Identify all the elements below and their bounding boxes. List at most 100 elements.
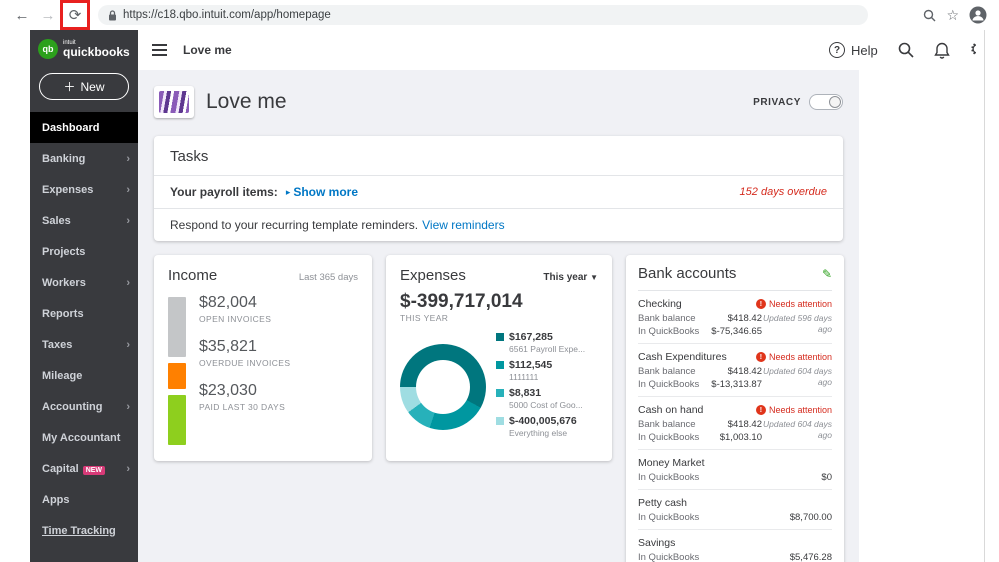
bar-paid-invoices: [168, 395, 186, 445]
income-row-open[interactable]: $82,004 OPEN INVOICES: [199, 294, 290, 324]
company-avatar[interactable]: [154, 86, 194, 118]
toggle-knob: [829, 96, 841, 108]
profile-avatar-icon[interactable]: [969, 6, 987, 24]
topbar-company-name: Love me: [183, 43, 232, 57]
new-badge: NEW: [83, 466, 105, 475]
legend-swatch: [496, 361, 504, 369]
help-button[interactable]: ? Help: [829, 42, 878, 58]
legend-swatch: [496, 333, 504, 341]
sidebar-item-banking[interactable]: Banking ›: [30, 143, 138, 174]
sidebar-item-sales[interactable]: Sales ›: [30, 205, 138, 236]
needs-attention-badge[interactable]: !Needs attention: [756, 405, 832, 415]
browser-reload-icon[interactable]: ⟳: [63, 3, 87, 27]
bar-open-invoices: [168, 297, 186, 357]
tasks-title: Tasks: [154, 136, 843, 175]
legend-swatch: [496, 417, 504, 425]
company-avatar-image: [159, 91, 189, 113]
sidebar: qb intuit quickbooks ＋ New Dashboard Ban…: [30, 30, 138, 562]
view-reminders-link[interactable]: View reminders: [422, 218, 504, 232]
sidebar-item-taxes[interactable]: Taxes ›: [30, 329, 138, 360]
expenses-card[interactable]: Expenses This year ▼ $-399,717,014 THIS …: [386, 255, 612, 461]
page: ← → ⟳ https://c18.qbo.intuit.com/app/hom…: [0, 0, 999, 562]
brand-name: quickbooks: [63, 46, 130, 58]
income-row-overdue[interactable]: $35,821 OVERDUE INVOICES: [199, 338, 290, 368]
new-button[interactable]: ＋ New: [39, 73, 129, 100]
plus-icon: ＋: [63, 78, 75, 95]
chevron-right-icon: ›: [126, 277, 130, 289]
legend-item[interactable]: $167,285 6561 Payroll Expe...: [496, 331, 598, 354]
alert-icon: !: [756, 405, 766, 415]
bank-account-row[interactable]: Cash Expenditures !Needs attention Bank …: [638, 344, 832, 397]
expenses-legend: $167,285 6561 Payroll Expe... $112,545 1…: [496, 331, 598, 443]
reminder-text: Respond to your recurring template remin…: [170, 218, 418, 232]
main-area: Love me ? Help ⚙: [138, 30, 985, 562]
sidebar-item-my-accountant[interactable]: My Accountant: [30, 422, 138, 453]
expenses-donut-chart[interactable]: [400, 344, 486, 430]
sidebar-item-time-tracking[interactable]: Time Tracking: [30, 515, 138, 546]
sidebar-item-apps[interactable]: Apps: [30, 484, 138, 515]
notifications-bell-icon[interactable]: [934, 42, 950, 59]
legend-item[interactable]: $8,831 5000 Cost of Goo...: [496, 387, 598, 410]
search-icon[interactable]: [898, 42, 914, 58]
sidebar-item-reports[interactable]: Reports: [30, 298, 138, 329]
zoom-icon[interactable]: [923, 9, 936, 22]
sidebar-item-workers[interactable]: Workers ›: [30, 267, 138, 298]
legend-item[interactable]: $112,545 1111111: [496, 359, 598, 382]
income-bar-chart: [168, 297, 186, 445]
bookmark-star-icon[interactable]: ☆: [946, 7, 959, 24]
alert-icon: !: [756, 352, 766, 362]
expenses-total: $-399,717,014: [400, 291, 598, 313]
bank-account-row[interactable]: Checking !Needs attention Bank balanceIn…: [638, 291, 832, 344]
browser-forward-icon[interactable]: →: [36, 3, 60, 27]
quickbooks-logo[interactable]: qb intuit quickbooks: [30, 30, 138, 61]
needs-attention-badge[interactable]: !Needs attention: [756, 299, 832, 309]
updated-timestamp: Updated 596 days ago: [762, 313, 832, 337]
outer-right-margin: [985, 30, 999, 562]
sidebar-item-accounting[interactable]: Accounting ›: [30, 391, 138, 422]
page-title: Love me: [206, 90, 287, 114]
lock-icon: [108, 10, 117, 21]
sidebar-item-capital[interactable]: CapitalNEW ›: [30, 453, 138, 484]
browser-back-icon[interactable]: ←: [10, 3, 34, 27]
qb-logo-icon: qb: [38, 39, 58, 59]
privacy-toggle[interactable]: [809, 94, 843, 110]
income-card[interactable]: Income Last 365 days: [154, 255, 372, 461]
sidebar-item-mileage[interactable]: Mileage: [30, 360, 138, 391]
right-whitespace: [859, 70, 984, 562]
left-gutter: [0, 30, 30, 562]
privacy-label: PRIVACY: [753, 97, 801, 108]
chevron-right-icon: ›: [126, 401, 130, 413]
bank-account-row[interactable]: Money Market In QuickBooks$0: [638, 450, 832, 490]
settings-gear-icon[interactable]: ⚙: [970, 40, 976, 60]
address-bar[interactable]: https://c18.qbo.intuit.com/app/homepage: [98, 5, 868, 25]
needs-attention-badge[interactable]: !Needs attention: [756, 352, 832, 362]
chevron-right-icon: ›: [126, 339, 130, 351]
chevron-right-icon: ›: [126, 463, 130, 475]
income-title: Income: [168, 267, 217, 284]
chevron-right-icon: ›: [126, 215, 130, 227]
dashboard-content: Love me PRIVACY Tasks Your payroll items…: [138, 70, 859, 562]
edit-pencil-icon[interactable]: ✎: [822, 267, 832, 281]
expenses-period-dropdown[interactable]: This year ▼: [543, 272, 598, 283]
hamburger-menu-icon[interactable]: [152, 44, 167, 56]
income-period: Last 365 days: [299, 272, 358, 283]
sidebar-nav: Dashboard Banking › Expenses › Sales › P…: [30, 112, 138, 546]
url-text: https://c18.qbo.intuit.com/app/homepage: [123, 9, 331, 21]
bank-account-row[interactable]: Petty cash In QuickBooks$8,700.00: [638, 490, 832, 530]
sidebar-item-dashboard[interactable]: Dashboard: [30, 112, 138, 143]
income-row-paid[interactable]: $23,030 PAID LAST 30 DAYS: [199, 382, 290, 412]
legend-item[interactable]: $-400,005,676 Everything else: [496, 415, 598, 438]
bank-account-row[interactable]: Savings In QuickBooks$5,476.28: [638, 530, 832, 562]
expenses-title: Expenses: [400, 267, 466, 284]
sidebar-item-projects[interactable]: Projects: [30, 236, 138, 267]
bank-accounts-card: Bank accounts ✎ Checking !Needs attentio…: [626, 255, 844, 562]
bank-account-row[interactable]: Cash on hand !Needs attention Bank balan…: [638, 397, 832, 450]
triangle-right-icon: ▸: [286, 187, 291, 198]
payroll-items-label: Your payroll items:: [170, 185, 278, 199]
chevron-down-icon: ▼: [590, 273, 598, 282]
tasks-card: Tasks Your payroll items: ▸ Show more 15…: [154, 136, 843, 241]
show-more-link[interactable]: Show more: [293, 185, 358, 199]
sidebar-item-expenses[interactable]: Expenses ›: [30, 174, 138, 205]
chevron-right-icon: ›: [126, 153, 130, 165]
browser-chrome: ← → ⟳ https://c18.qbo.intuit.com/app/hom…: [0, 0, 999, 30]
